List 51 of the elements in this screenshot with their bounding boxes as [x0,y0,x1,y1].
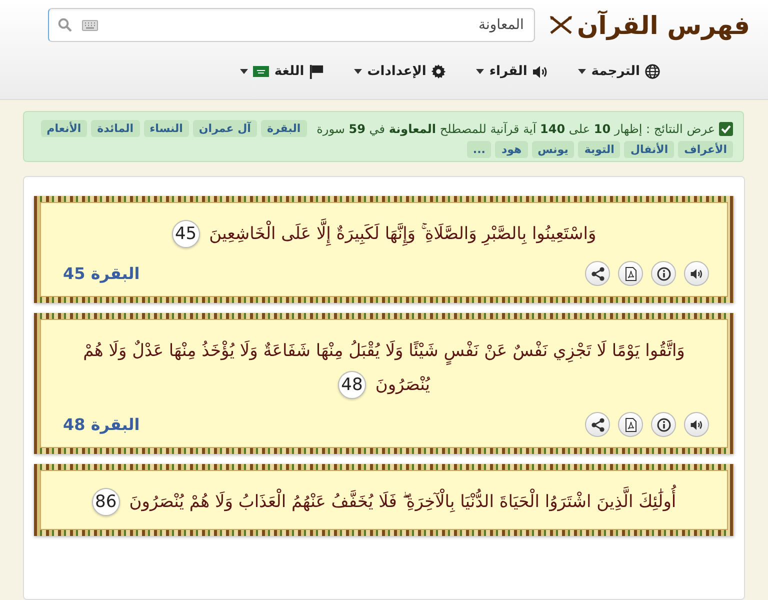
caret-icon [240,69,248,74]
audio-button[interactable] [684,261,709,286]
speaker-icon [690,268,703,280]
globe-icon [645,64,660,79]
surah-tag[interactable]: البقرة [260,120,307,137]
menu-button[interactable]: اللغة [236,58,328,85]
surah-tag[interactable]: الأنعام [40,120,88,137]
surah-tag[interactable]: التوبة [578,141,620,158]
verse-number: 48 [338,371,366,400]
surah-tag[interactable]: ... [466,141,492,158]
surah-tag[interactable]: يونس [532,141,574,158]
search-field[interactable]: المعاونة [48,8,535,42]
share-icon [590,418,604,432]
surah-tag[interactable]: هود [495,141,528,158]
share-icon [590,266,604,280]
checkbox-icon [719,122,733,136]
menu-button[interactable]: القراء [472,58,552,85]
info-icon [656,418,670,432]
site-logo[interactable]: فهرس القرآن [576,10,750,40]
verse-reference[interactable]: البقرة 45 [63,264,140,283]
saudi-flag-icon [253,66,270,77]
verse-reference[interactable]: البقرة 48 [63,415,140,434]
share-button[interactable] [585,261,610,286]
flag-icon [309,64,324,79]
pdf-button[interactable] [618,412,643,437]
menu-button[interactable]: الترجمة [574,58,664,85]
surah-tag[interactable]: الأعراف [678,141,733,158]
info-button[interactable] [651,261,676,286]
gear-icon [431,64,446,79]
pdf-button[interactable] [618,261,643,286]
speaker-icon [532,64,548,78]
search-icon[interactable] [58,18,72,32]
verse-number: 86 [92,488,120,516]
keyboard-icon[interactable] [82,20,98,30]
surah-tag[interactable]: المائدة [91,120,140,137]
info-button[interactable] [651,412,676,437]
surah-tag[interactable]: الأنفال [624,141,674,158]
pdf-file-icon [624,418,636,432]
caret-icon [354,69,362,74]
info-icon [656,266,670,280]
crossed-swords-icon [548,15,573,35]
verse-number: 45 [172,220,200,248]
menu-button[interactable]: الإعدادات [350,58,450,85]
caret-icon [476,69,484,74]
share-button[interactable] [585,412,610,437]
audio-button[interactable] [684,412,709,437]
speaker-icon [690,418,703,430]
caret-icon [578,69,586,74]
pdf-file-icon [624,266,636,280]
surah-tag[interactable]: آل عمران [192,120,257,137]
surah-tag[interactable]: النساء [144,120,189,137]
